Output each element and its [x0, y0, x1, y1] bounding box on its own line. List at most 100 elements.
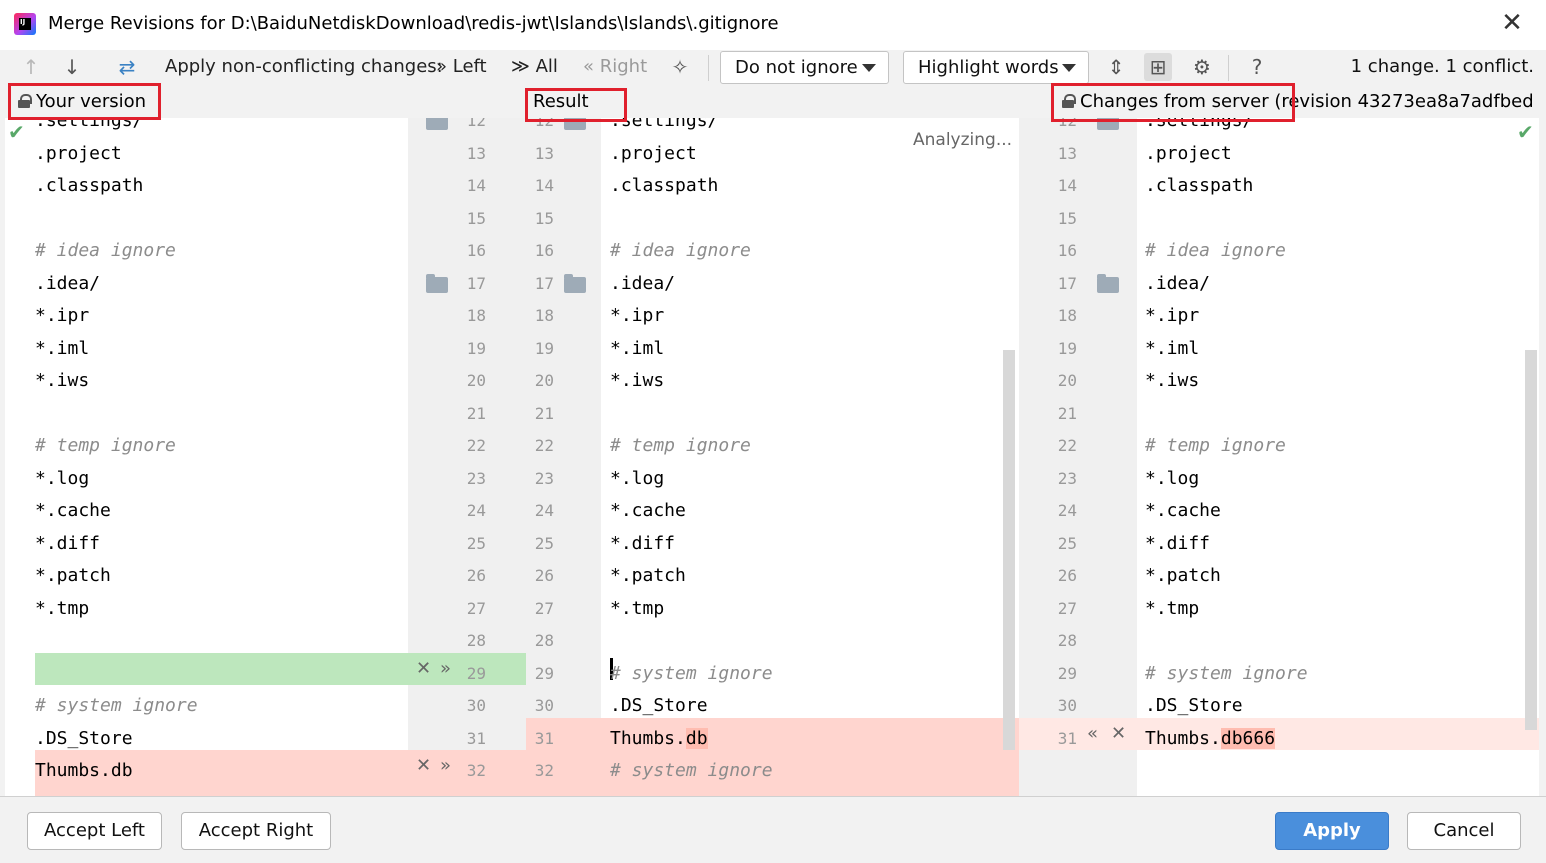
left-editor[interactable]: .settings/ .project .classpath # idea ignor… — [5, 118, 408, 796]
merge-all-icon: ≫ — [511, 56, 530, 77]
apply-change-arrow-icon[interactable]: » — [440, 653, 451, 685]
line-number: 16 — [534, 241, 554, 260]
line-number: 25 — [466, 533, 486, 553]
dialog-footer: Accept Left Accept Right Apply Cancel — [0, 796, 1546, 863]
code-line: *.diff — [35, 532, 101, 554]
changed-word-highlight: db — [685, 727, 708, 749]
lock-icon — [1062, 94, 1076, 108]
close-icon[interactable]: ✕ — [1497, 8, 1527, 38]
apply-non-conflicting-label: Apply non-conflicting changes: — [165, 56, 443, 77]
resolve-conflicts-icon[interactable]: ⇄ — [113, 53, 141, 81]
line-number: 30 — [534, 696, 554, 715]
line-number: 25 — [1057, 533, 1077, 553]
line-number: 22 — [466, 436, 486, 455]
right-panel-title: Changes from server (revision 43273ea8a7… — [1080, 91, 1532, 112]
code-line: *.iml — [610, 337, 665, 359]
code-line: *.tmp — [35, 597, 90, 619]
code-line: .settings/ — [610, 118, 719, 131]
line-number: 21 — [1057, 403, 1077, 423]
line-number: 13 — [534, 143, 554, 163]
code-line: *.iws — [610, 370, 665, 391]
gear-icon[interactable]: ⚙ — [1188, 53, 1216, 81]
line-number: 29 — [1057, 663, 1077, 683]
center-panel-title: Result — [533, 91, 589, 112]
ignore-whitespace-select[interactable]: Do not ignore — [720, 51, 889, 84]
added-block — [35, 653, 408, 685]
right-editor[interactable]: .settings/ .project .classpath # idea ignor… — [1137, 118, 1539, 796]
code-line: *.diff — [610, 532, 676, 554]
analyzing-status: Analyzing... — [913, 130, 1013, 150]
folder-icon — [1097, 273, 1119, 293]
accept-right-button[interactable]: Accept Right — [181, 812, 331, 850]
code-line: # system ignore — [1145, 662, 1308, 684]
line-number: 26 — [1057, 566, 1077, 585]
next-change-icon[interactable]: ↓ — [58, 53, 86, 81]
apply-left-button[interactable]: » Left — [436, 50, 487, 84]
ignore-change-x-icon[interactable]: ✕ — [416, 653, 431, 685]
code-line: .project — [1145, 142, 1232, 164]
previous-change-icon[interactable]: ↑ — [17, 53, 45, 81]
line-number: 33 — [526, 788, 554, 797]
code-line: .classpath — [1145, 175, 1254, 196]
code-line: .idea/ — [35, 272, 101, 294]
line-number: 14 — [466, 176, 486, 195]
code-line: *.iml — [1145, 337, 1200, 359]
line-number: 20 — [466, 371, 486, 390]
code-line: .project — [610, 142, 697, 164]
apply-change-left-arrow-icon[interactable]: « — [1087, 718, 1098, 750]
folder-icon — [564, 118, 586, 130]
folder-icon — [426, 118, 448, 130]
code-line: *.tmp — [1145, 597, 1200, 619]
apply-right-label: Right — [599, 56, 648, 77]
code-line: *.log — [35, 467, 90, 489]
line-number: 15 — [534, 208, 554, 228]
line-number: 12 — [466, 118, 486, 130]
line-number: 28 — [1057, 631, 1077, 650]
accept-left-button[interactable]: Accept Left — [27, 812, 162, 850]
code-line: *.iws — [1145, 370, 1200, 391]
ignore-change-x-icon[interactable]: ✕ — [1111, 718, 1126, 750]
sync-scroll-icon[interactable]: ⊞ — [1144, 53, 1172, 81]
change-count-status: 1 change. 1 conflict. — [1350, 56, 1534, 77]
line-number: 18 — [534, 306, 554, 325]
toolbar-separator — [708, 55, 709, 81]
result-editor[interactable]: .settings/ .project .classpath # idea ignor… — [601, 118, 1019, 796]
apply-all-button[interactable]: ≫ All — [511, 50, 558, 84]
code-line: .classpath — [610, 175, 719, 196]
apply-all-label: All — [535, 56, 558, 77]
code-line: .DS_Store11 — [610, 788, 729, 797]
line-number: 27 — [534, 598, 554, 618]
line-number: 17 — [1057, 273, 1077, 293]
code-line: *.log — [610, 467, 665, 489]
apply-button[interactable]: Apply — [1275, 812, 1389, 850]
cancel-button[interactable]: Cancel — [1407, 812, 1521, 850]
intellij-logo-icon: IJ — [14, 13, 36, 35]
line-number: 18 — [466, 306, 486, 325]
code-line: *.ipr — [1145, 305, 1200, 326]
line-number: 14 — [534, 176, 554, 195]
apply-right-button[interactable]: « Right — [583, 50, 647, 84]
code-line: *.cache — [35, 500, 111, 521]
double-chevron-left-icon: « — [583, 56, 595, 77]
line-number: 31 — [1057, 728, 1077, 748]
help-icon[interactable]: ? — [1243, 53, 1271, 81]
apply-change-arrow-icon[interactable]: » — [440, 750, 451, 782]
result-scrollbar[interactable] — [1003, 350, 1015, 750]
line-number: 25 — [534, 533, 554, 553]
line-number: 31 — [534, 728, 554, 748]
apply-left-label: Left — [452, 56, 487, 77]
dropdown-arrow-icon — [1062, 64, 1076, 72]
line-number: 18 — [1057, 306, 1077, 325]
ignore-change-x-icon[interactable]: ✕ — [416, 750, 431, 782]
code-line: .DS_Store — [35, 727, 133, 749]
magic-wand-icon[interactable]: ✧ — [666, 53, 694, 81]
line-number: 12 — [1057, 118, 1077, 130]
highlight-select-value: Highlight words — [918, 57, 1059, 78]
line-number: 13 — [1057, 143, 1077, 163]
line-number: 27 — [466, 598, 486, 618]
code-line: Thumbs.db — [35, 760, 133, 781]
line-number: 31 — [466, 728, 486, 748]
right-scrollbar[interactable] — [1525, 350, 1537, 730]
highlight-mode-select[interactable]: Highlight words — [903, 51, 1089, 84]
collapse-unchanged-icon[interactable]: ⇕ — [1102, 53, 1130, 81]
